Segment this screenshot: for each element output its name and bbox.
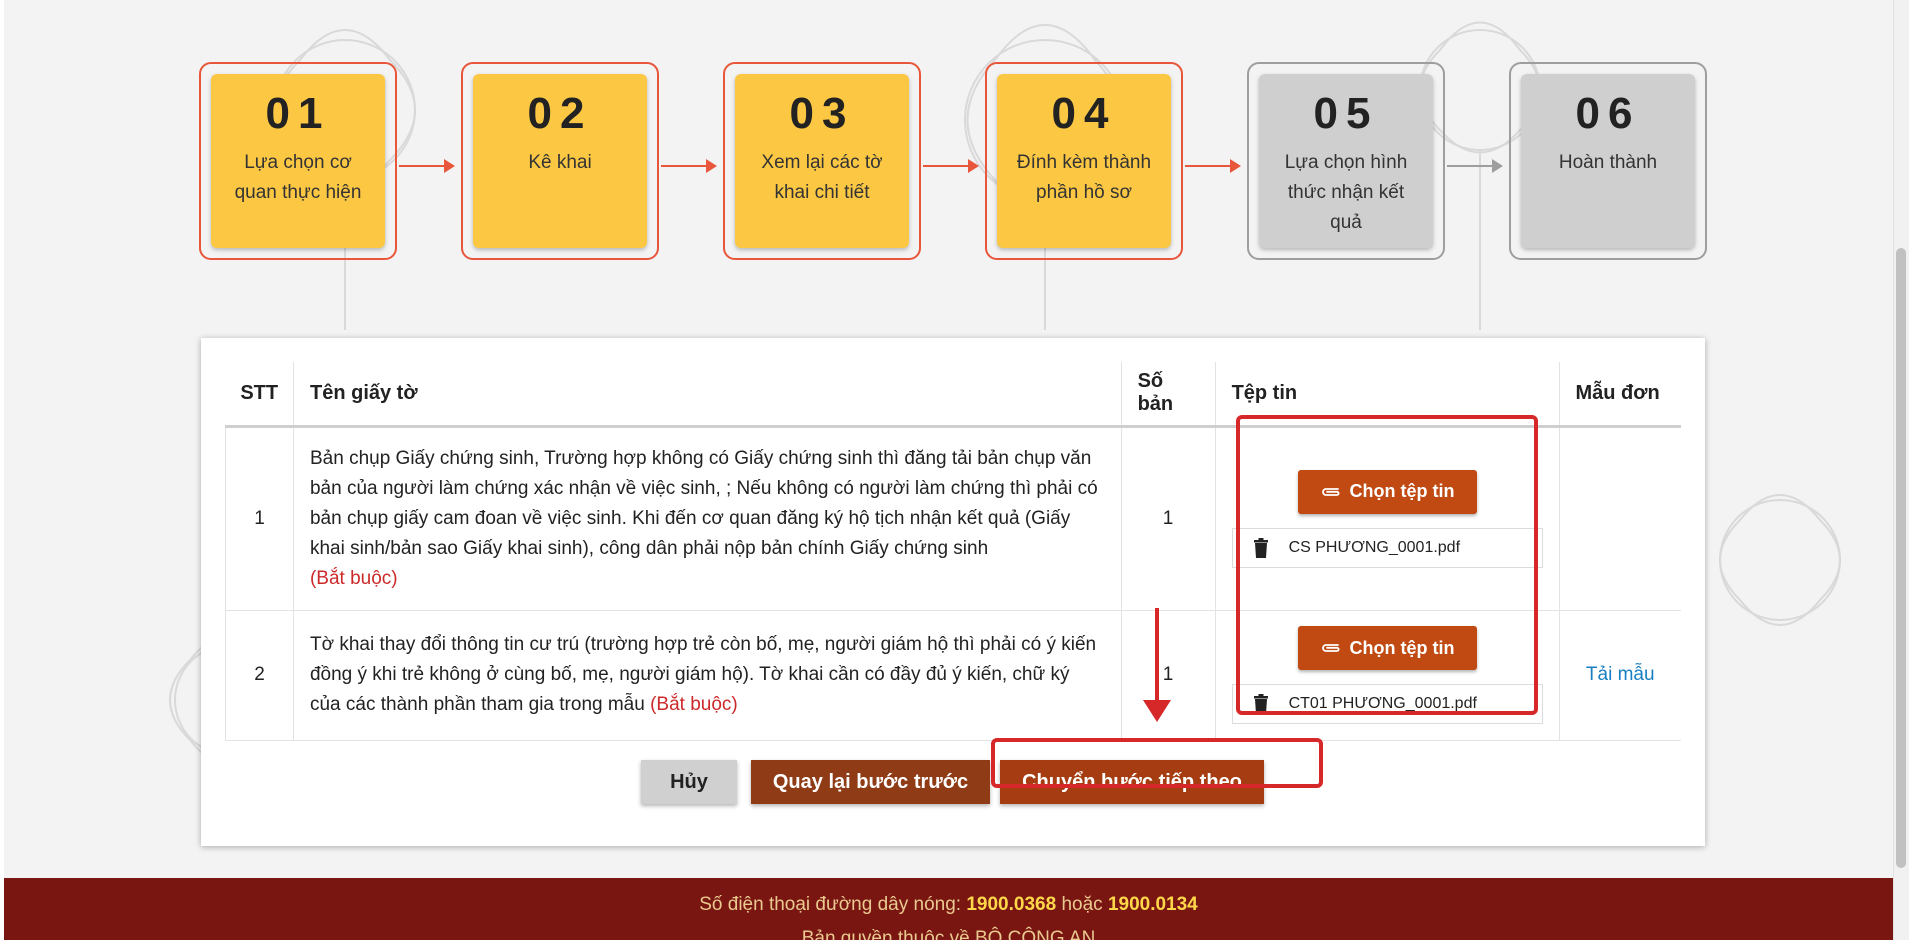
- step-arrow: [1447, 159, 1503, 173]
- column-header-files: Tệp tin: [1214, 362, 1559, 428]
- uploaded-file-name: CS PHƯƠNG_0001.pdf: [1288, 538, 1461, 556]
- hotline-prefix: Số điện thoại đường dây nóng:: [699, 894, 962, 915]
- table-row: 1 Bản chụp Giấy chứng sinh, Trường hợp k…: [225, 426, 1681, 611]
- trash-icon[interactable]: [1253, 694, 1269, 714]
- table-header-row: STT Tên giấy tờ Số bản Tệp tin Mẫu đơn: [225, 362, 1681, 428]
- uploaded-file-item: CS PHƯƠNG_0001.pdf: [1231, 527, 1543, 568]
- row-stt: 1: [225, 426, 294, 611]
- cancel-button[interactable]: Hủy: [641, 760, 737, 804]
- required-label: (Bắt buộc): [650, 694, 738, 715]
- step-label: Xem lại các tờ khai chi tiết: [761, 152, 883, 203]
- column-header-copies: Số bản: [1120, 362, 1216, 428]
- step-05: 05 Lựa chọn hình thức nhận kết quả: [1247, 62, 1445, 260]
- hotline-number-1: 1900.0368: [966, 894, 1057, 915]
- footer-copyright: Bản quyền thuộc về BỘ CÔNG AN: [801, 928, 1096, 940]
- step-number: 01: [265, 89, 331, 138]
- step-number: 03: [789, 89, 855, 138]
- step-arrow: [923, 159, 979, 173]
- step-01-card: 01 Lựa chọn cơ quan thực hiện: [211, 74, 385, 248]
- column-header-document-name: Tên giấy tờ: [292, 362, 1122, 428]
- step-number: 02: [527, 89, 593, 138]
- template-cell: Tải mẫu: [1558, 610, 1681, 741]
- choose-file-button[interactable]: Chọn tệp tin: [1297, 626, 1477, 670]
- step-04-card: 04 Đính kèm thành phần hồ sơ: [997, 74, 1171, 248]
- step-arrow: [1185, 159, 1241, 173]
- annotation-arrow-head: [1143, 700, 1171, 722]
- step-03: 03 Xem lại các tờ khai chi tiết: [723, 62, 921, 260]
- attachments-card: STT Tên giấy tờ Số bản Tệp tin Mẫu đơn 1…: [201, 338, 1705, 846]
- choose-file-button[interactable]: Chọn tệp tin: [1297, 469, 1477, 514]
- annotation-arrow: [1155, 608, 1159, 704]
- download-template-link[interactable]: Tải mẫu: [1576, 660, 1666, 690]
- next-step-button[interactable]: Chuyển bước tiếp theo: [1000, 760, 1264, 804]
- vertical-scrollbar[interactable]: [1893, 0, 1909, 940]
- template-cell: [1558, 426, 1681, 611]
- footer: Số điện thoại đường dây nóng: 1900.0368 …: [4, 878, 1893, 940]
- scrollbar-thumb[interactable]: [1896, 248, 1906, 868]
- step-label: Kê khai: [528, 152, 592, 173]
- document-name-cell: Bản chụp Giấy chứng sinh, Trường hợp khô…: [292, 426, 1122, 611]
- step-label: Lựa chọn hình thức nhận kết quả: [1284, 152, 1408, 233]
- step-01: 01 Lựa chọn cơ quan thực hiện: [199, 62, 397, 260]
- paperclip-icon: [1321, 487, 1339, 496]
- document-name: Bản chụp Giấy chứng sinh, Trường hợp khô…: [309, 447, 1098, 559]
- table-row: 2 Tờ khai thay đổi thông tin cư trú (trư…: [225, 610, 1681, 741]
- row-stt: 2: [225, 610, 294, 741]
- paperclip-icon: [1321, 644, 1339, 652]
- progress-steps: 01 Lựa chọn cơ quan thực hiện 02 Kê khai…: [199, 62, 1707, 260]
- footer-hotline: Số điện thoại đường dây nóng: 1900.0368 …: [4, 878, 1893, 916]
- trash-icon[interactable]: [1253, 537, 1269, 558]
- previous-step-button[interactable]: Quay lại bước trước: [751, 760, 990, 804]
- copies-count: 1: [1120, 426, 1216, 611]
- file-cell: Chọn tệp tin CT01 PHƯƠNG_0001.pdf: [1214, 610, 1559, 741]
- required-label: (Bắt buộc): [309, 567, 398, 589]
- step-arrow: [399, 159, 455, 173]
- choose-file-label: Chọn tệp tin: [1349, 481, 1455, 501]
- step-label: Hoàn thành: [1558, 152, 1658, 173]
- step-02-card: 02 Kê khai: [473, 74, 647, 248]
- step-03-card: 03 Xem lại các tờ khai chi tiết: [735, 74, 909, 248]
- step-number: 05: [1313, 89, 1379, 138]
- page-edge: [0, 0, 4, 940]
- column-header-stt: STT: [225, 362, 294, 428]
- step-number: 06: [1575, 89, 1641, 138]
- step-05-card: 05 Lựa chọn hình thức nhận kết quả: [1259, 74, 1433, 248]
- step-label: Lựa chọn cơ quan thực hiện: [234, 152, 362, 203]
- file-cell: Chọn tệp tin CS PHƯƠNG_0001.pdf: [1214, 426, 1559, 611]
- step-04: 04 Đính kèm thành phần hồ sơ: [985, 62, 1183, 260]
- step-label: Đính kèm thành phần hồ sơ: [1016, 152, 1152, 203]
- step-06-card: 06 Hoàn thành: [1521, 74, 1695, 248]
- document-name-cell: Tờ khai thay đổi thông tin cư trú (trườn…: [292, 610, 1122, 741]
- step-arrow: [661, 159, 717, 173]
- uploaded-file-item: CT01 PHƯƠNG_0001.pdf: [1231, 684, 1543, 724]
- choose-file-label: Chọn tệp tin: [1349, 637, 1455, 658]
- hotline-or: hoặc: [1061, 894, 1103, 915]
- action-buttons: Hủy Quay lại bước trước Chuyển bước tiếp…: [201, 760, 1705, 810]
- uploaded-file-name: CT01 PHƯƠNG_0001.pdf: [1288, 695, 1477, 712]
- documents-table: STT Tên giấy tờ Số bản Tệp tin Mẫu đơn 1…: [225, 362, 1681, 741]
- hotline-number-2: 1900.0134: [1107, 894, 1198, 915]
- step-number: 04: [1051, 89, 1117, 138]
- step-06: 06 Hoàn thành: [1509, 62, 1707, 260]
- step-02: 02 Kê khai: [461, 62, 659, 260]
- column-header-template: Mẫu đơn: [1558, 362, 1681, 428]
